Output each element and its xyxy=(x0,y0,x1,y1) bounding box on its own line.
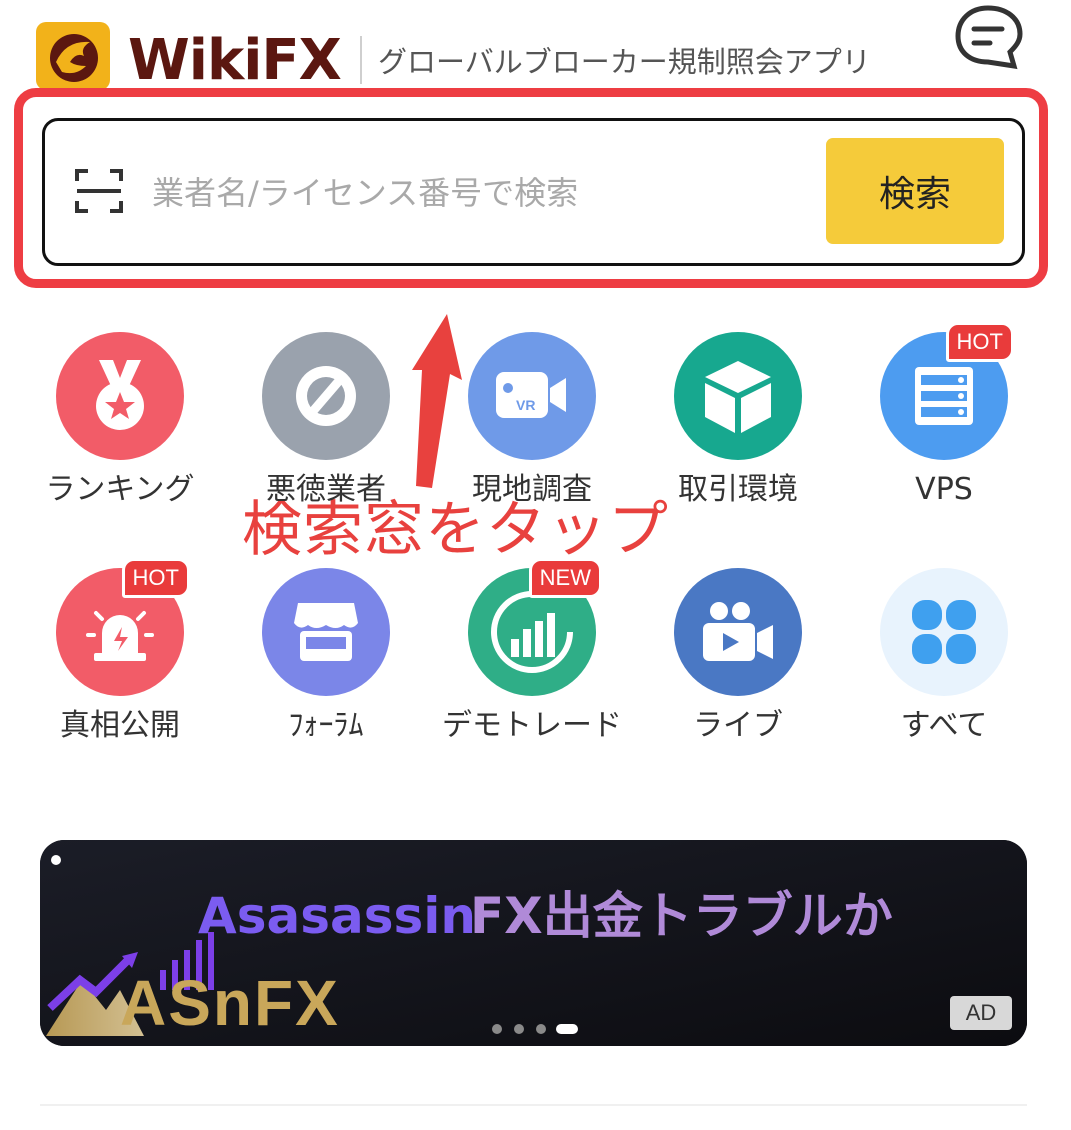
slide-dot[interactable] xyxy=(514,1024,524,1034)
slide-dot[interactable] xyxy=(536,1024,546,1034)
clover-grid-icon xyxy=(880,568,1008,696)
scan-icon[interactable] xyxy=(74,167,124,215)
server-icon: HOT xyxy=(880,322,1014,460)
chat-icon[interactable] xyxy=(952,4,1024,70)
grid-item-label: VPS xyxy=(915,472,973,507)
grid-item-label: デモトレード xyxy=(442,708,622,743)
grid-item-label: 取引環境 xyxy=(678,472,798,507)
banner-logo-text: ASnFX xyxy=(120,967,340,1039)
store-icon xyxy=(262,568,390,696)
grid-item-all[interactable]: すべて xyxy=(844,568,1044,746)
slide-dot[interactable] xyxy=(492,1024,502,1034)
ad-badge: AD xyxy=(950,996,1012,1030)
vr-camera-icon: VR xyxy=(468,332,596,460)
grid-item-label: すべて xyxy=(900,708,988,743)
grid-item-truth-reveal[interactable]: HOT 真相公開 xyxy=(20,558,220,746)
grid-item-bad-brokers[interactable]: 悪徳業者 xyxy=(226,332,426,510)
hot-badge: HOT xyxy=(121,558,190,598)
grid-item-vps[interactable]: HOT VPS xyxy=(844,322,1044,510)
bar-chart-icon: NEW xyxy=(468,558,602,696)
svg-text:VR: VR xyxy=(516,397,535,413)
video-camera-icon xyxy=(674,568,802,696)
wikifx-logo-text: WikiFX xyxy=(128,28,342,93)
ban-icon xyxy=(262,332,390,460)
wikifx-logo-icon xyxy=(36,22,110,90)
app-tagline: グローバルブローカー規制照会アプリ xyxy=(378,45,871,79)
grid-item-label: 悪徳業者 xyxy=(266,472,386,507)
banner-title: FX出金トラブルか xyxy=(470,887,893,945)
banner-brand: Asasassin xyxy=(198,887,476,945)
grid-item-label: 真相公開 xyxy=(60,708,180,743)
grid-item-label: ライブ xyxy=(693,708,783,743)
hot-badge: HOT xyxy=(945,322,1014,362)
grid-item-label: ﾌｫｰﾗﾑ xyxy=(288,708,364,743)
promo-banner[interactable]: Asasassin FX出金トラブルか ASnFX AD xyxy=(40,840,1027,1046)
medal-icon xyxy=(56,332,184,460)
section-divider xyxy=(40,1104,1027,1106)
grid-item-field-survey[interactable]: VR 現地調査 xyxy=(432,332,632,510)
grid-item-ranking[interactable]: ランキング xyxy=(20,332,220,510)
cube-icon xyxy=(674,332,802,460)
search-input[interactable] xyxy=(152,168,792,218)
grid-item-forum[interactable]: ﾌｫｰﾗﾑ xyxy=(226,568,426,746)
alarm-icon: HOT xyxy=(56,558,190,696)
slide-dot-active[interactable] xyxy=(556,1024,578,1034)
new-badge: NEW xyxy=(528,558,602,598)
grid-item-demo-trade[interactable]: NEW デモトレード xyxy=(432,558,632,746)
grid-item-trading-environment[interactable]: 取引環境 xyxy=(638,332,838,510)
grid-item-live[interactable]: ライブ xyxy=(638,568,838,746)
grid-item-label: 現地調査 xyxy=(472,472,592,507)
search-button[interactable]: 検索 xyxy=(826,138,1004,244)
header-divider xyxy=(360,36,362,84)
grid-item-label: ランキング xyxy=(45,472,195,507)
